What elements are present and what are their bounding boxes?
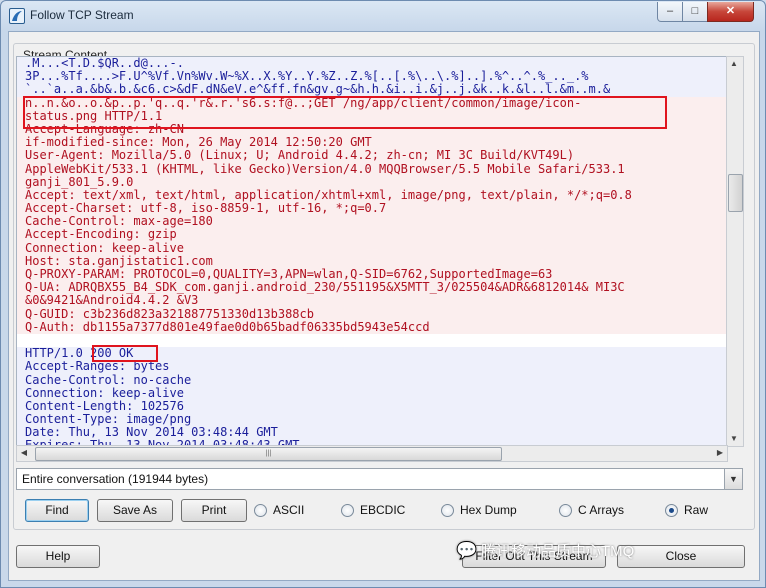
maximize-button[interactable]: □	[682, 2, 708, 22]
format-radio-ebcdic[interactable]: EBCDIC	[341, 503, 405, 517]
vertical-scrollbar[interactable]: ▲ ▼	[726, 56, 744, 447]
radio-circle-icon	[559, 503, 572, 517]
scroll-left-arrow-icon[interactable]: ◀	[17, 446, 31, 460]
highlight-request-box	[23, 96, 667, 129]
dropdown-arrow-icon[interactable]: ▼	[724, 469, 742, 489]
minimize-button[interactable]: –	[657, 2, 683, 22]
scroll-right-arrow-icon[interactable]: ▶	[713, 446, 727, 460]
highlight-status-box	[92, 345, 158, 362]
conversation-select[interactable]: Entire conversation (191944 bytes) ▼	[16, 468, 743, 490]
stream-line: `..`a..a.&b&.b.&c6.c>&dF.dN&eV.e^&ff.fn&…	[17, 83, 727, 97]
radio-circle-icon	[341, 503, 354, 517]
radio-selected-icon	[665, 503, 678, 517]
stream-line: Accept-Ranges: bytes	[17, 360, 727, 374]
vertical-scroll-thumb[interactable]	[728, 174, 743, 212]
chat-bubble-icon: 💬	[456, 541, 478, 560]
format-radio-ascii[interactable]: ASCII	[254, 503, 304, 517]
watermark-text: 腾讯移动品质中心TMQ	[481, 543, 635, 560]
radio-circle-icon	[254, 503, 267, 517]
stream-line: Accept-Encoding: gzip	[17, 228, 727, 242]
stream-line: Cache-Control: no-cache	[17, 373, 727, 387]
window-title: Follow TCP Stream	[30, 8, 134, 22]
close-window-button[interactable]: ✕	[707, 2, 754, 22]
scroll-down-arrow-icon[interactable]: ▼	[727, 432, 741, 446]
format-radio-hex-dump[interactable]: Hex Dump	[441, 503, 517, 517]
radio-circle-icon	[441, 503, 454, 517]
stream-line: Q-GUID: c3b236d823a321887751330d13b388cb	[17, 307, 727, 321]
stream-line: ganji_801_5.9.0	[17, 175, 727, 189]
close-button[interactable]: Close	[617, 545, 745, 568]
format-radio-c-arrays[interactable]: C Arrays	[559, 503, 624, 517]
stream-line: Connection: keep-alive	[17, 386, 727, 400]
stream-line: User-Agent: Mozilla/5.0 (Linux; U; Andro…	[17, 149, 727, 163]
horizontal-scrollbar[interactable]: ◀ ||| ▶	[16, 445, 728, 462]
horizontal-scroll-thumb[interactable]: |||	[35, 447, 502, 461]
stream-line: AppleWebKit/533.1 (KHTML, like Gecko)Ver…	[17, 162, 727, 176]
save-as-button[interactable]: Save As	[97, 499, 173, 522]
find-button[interactable]: Find	[25, 499, 89, 522]
print-button[interactable]: Print	[181, 499, 247, 522]
stream-line: &0&9421&Android4.4.2 &V3	[17, 294, 727, 308]
scroll-up-arrow-icon[interactable]: ▲	[727, 57, 741, 71]
help-button[interactable]: Help	[16, 545, 100, 568]
wireshark-fin-icon	[9, 8, 25, 24]
stream-line: Connection: keep-alive	[17, 241, 727, 255]
stream-line: Q-Auth: db1155a7377d801e49fae0d0b65badf0…	[17, 320, 727, 334]
title-bar[interactable]: Follow TCP Stream – □ ✕	[1, 1, 765, 31]
format-radio-raw[interactable]: Raw	[665, 503, 708, 517]
follow-tcp-stream-window: Follow TCP Stream – □ ✕ Stream Content .…	[0, 0, 766, 588]
conversation-select-value: Entire conversation (191944 bytes)	[22, 472, 209, 486]
